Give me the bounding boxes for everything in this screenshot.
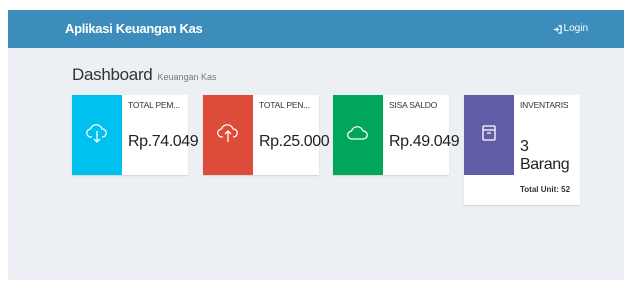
inventory-unit: Barang	[520, 156, 570, 173]
info-box-total-pengeluaran: TOTAL PEN... Rp.25.000	[203, 95, 330, 175]
archive-icon	[480, 124, 498, 147]
info-box-value: Rp.25.000	[259, 133, 330, 150]
info-box-value: Rp.49.049	[389, 133, 460, 150]
info-box-icon-area	[333, 95, 383, 175]
inventory-total-unit: Total Unit: 52	[520, 185, 571, 194]
login-label: Login	[563, 23, 588, 34]
login-link[interactable]: Login	[553, 10, 588, 48]
cloud-download-icon	[85, 121, 109, 150]
app-brand[interactable]: Aplikasi Keuangan Kas	[65, 10, 203, 48]
page-header: Dashboard Keuangan Kas	[72, 65, 217, 85]
info-box-icon-area	[464, 95, 514, 175]
info-box-inventaris: INVENTARIS 3 Barang Total Unit: 52	[464, 95, 580, 205]
info-box-sisa-saldo: SISA SALDO Rp.49.049	[333, 95, 460, 175]
inventory-count: 3	[520, 138, 529, 155]
cloud-icon	[346, 121, 370, 150]
info-box-total-pemasukan: TOTAL PEM... Rp.74.049	[72, 95, 199, 175]
info-box-icon-area	[72, 95, 122, 175]
info-box-label: TOTAL PEM...	[128, 100, 180, 110]
app-frame: Aplikasi Keuangan Kas Login Dashboard Ke…	[8, 10, 624, 280]
page-subtitle: Keuangan Kas	[157, 72, 217, 82]
info-box-label: TOTAL PEN...	[259, 100, 310, 110]
info-box-value: 3 Barang	[520, 138, 578, 174]
cloud-upload-icon	[216, 121, 240, 150]
info-box-label: SISA SALDO	[389, 100, 438, 110]
navbar: Aplikasi Keuangan Kas Login	[8, 10, 624, 48]
info-box-label: INVENTARIS	[520, 100, 569, 110]
info-box-icon-area	[203, 95, 253, 175]
login-icon	[553, 24, 562, 34]
info-box-value: Rp.74.049	[128, 133, 199, 150]
page-title: Dashboard	[72, 65, 153, 84]
